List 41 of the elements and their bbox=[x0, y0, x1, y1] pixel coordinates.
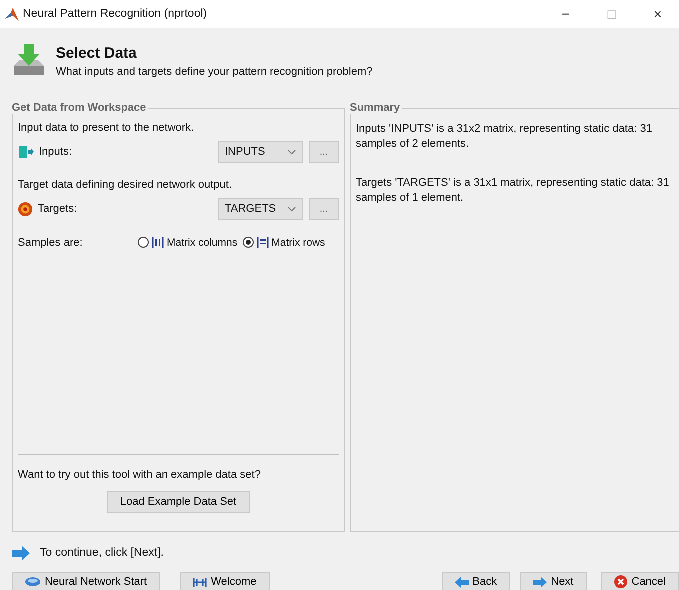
summary-text: Targets 'TARGETS' is a 31x1 matrix, representing static data: 31 samples of 1 element. bbox=[356, 176, 670, 206]
target-icon bbox=[18, 202, 33, 216]
radio-label[interactable]: Matrix columns bbox=[167, 236, 238, 248]
next-arrow-icon bbox=[533, 576, 548, 588]
panel-title: Summary bbox=[350, 102, 402, 114]
variable-dropdown[interactable]: INPUTS bbox=[218, 141, 303, 163]
arrow-icon bbox=[12, 546, 30, 560]
browse-button[interactable]: ... bbox=[309, 141, 339, 163]
field-description: Input data to present to the network. bbox=[18, 122, 196, 134]
radio-button[interactable] bbox=[138, 237, 149, 248]
input-icon bbox=[18, 145, 34, 159]
browse-button[interactable]: ... bbox=[309, 198, 339, 220]
rows-icon bbox=[256, 236, 269, 249]
samples-label: Samples are: bbox=[18, 236, 84, 248]
page-title: Select Data bbox=[56, 44, 138, 62]
minimize-button[interactable]: − bbox=[545, 6, 587, 22]
close-button[interactable]: × bbox=[637, 6, 679, 22]
back-button[interactable]: Back bbox=[442, 572, 510, 590]
start-button[interactable]: Neural Network Start bbox=[12, 572, 160, 590]
panel-title: Get Data from Workspace bbox=[12, 102, 148, 114]
load-example-button[interactable]: Load Example Data Set bbox=[107, 491, 250, 513]
back-arrow-icon bbox=[454, 576, 469, 588]
welcome-button[interactable]: Welcome bbox=[180, 572, 270, 590]
field-label: Targets: bbox=[38, 203, 78, 215]
hint-text: To continue, click [Next]. bbox=[40, 547, 164, 559]
summary-text: Inputs 'INPUTS' is a 31x2 matrix, representing static data: 31 samples of 2 elements. bbox=[356, 122, 654, 152]
variable-dropdown[interactable]: TARGETS bbox=[218, 198, 303, 220]
chevron-down-icon bbox=[288, 150, 296, 154]
next-button[interactable]: Next bbox=[520, 572, 587, 590]
chevron-down-icon bbox=[288, 206, 296, 212]
field-description: Target data defining desired network output. bbox=[18, 179, 234, 191]
cancel-button[interactable]: Cancel bbox=[600, 572, 679, 590]
app-logo-icon bbox=[5, 8, 19, 20]
field-label: Inputs: bbox=[39, 146, 72, 158]
page-subtitle: What inputs and targets define your pattern recognition problem? bbox=[56, 66, 373, 78]
cancel-icon bbox=[614, 575, 628, 589]
columns-icon bbox=[152, 236, 164, 249]
radio-button[interactable] bbox=[242, 237, 254, 248]
example-prompt: Want to try out this tool with an example data set? bbox=[18, 469, 262, 481]
radio-label[interactable]: Matrix rows bbox=[272, 236, 326, 248]
window-title: Neural Pattern Recognition (nprtool) bbox=[23, 8, 208, 20]
